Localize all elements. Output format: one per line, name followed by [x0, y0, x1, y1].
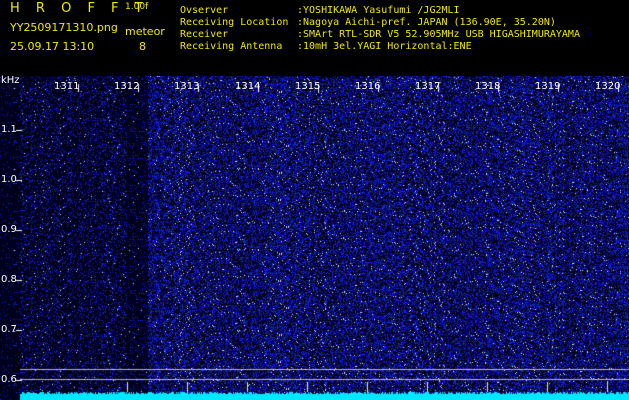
minute-label-1314: 1314: [235, 81, 261, 92]
info-location-key: Receiving Location: [180, 17, 289, 28]
image-filename: YY2509171310.png: [10, 21, 118, 34]
info-receiver-value: :SMArt RTL-SDR V5 52.905MHz USB HIGASHIM…: [297, 29, 580, 40]
minute-label-1311: 1311: [54, 81, 80, 92]
minute-label-1320: 1320: [595, 81, 621, 92]
freq-label-0-6: 0.6: [1, 374, 17, 385]
info-observer-value: :YOSHIKAWA Yasufumi /JG2MLI: [297, 5, 460, 16]
info-location-value: :Nagoya Aichi-pref. JAPAN (136.90E, 35.2…: [297, 17, 556, 28]
info-antenna-key: Receiving Antenna: [180, 41, 283, 52]
app-version: 1.00f: [125, 2, 149, 12]
meteor-label: meteor: [125, 25, 165, 38]
freq-label-0-9: 0.9: [1, 224, 17, 235]
info-antenna-value: :10mH 3el.YAGI Horizontal:ENE: [297, 41, 472, 52]
info-receiver-key: Receiver: [180, 29, 229, 40]
minute-label-1312: 1312: [114, 81, 140, 92]
minute-label-1318: 1318: [475, 81, 501, 92]
freq-label-1-0: 1.0: [1, 174, 17, 185]
minute-label-1313: 1313: [174, 81, 200, 92]
freq-label-1-1: 1.1: [1, 124, 17, 135]
info-observer-key: Ovserver: [180, 5, 229, 16]
capture-datetime: 25.09.17 13:10: [10, 40, 95, 53]
freq-unit-label: kHz: [1, 75, 20, 86]
minute-label-1317: 1317: [415, 81, 441, 92]
minute-label-1316: 1316: [355, 81, 381, 92]
freq-label-0-7: 0.7: [1, 324, 17, 335]
minute-label-1319: 1319: [535, 81, 561, 92]
spectrogram-canvas: [0, 76, 629, 400]
meteor-count: 8: [139, 40, 146, 53]
header-panel: H R O F F T 1.00f YY2509171310.png 25.09…: [0, 0, 629, 76]
minute-label-1315: 1315: [295, 81, 321, 92]
freq-label-0-8: 0.8: [1, 274, 17, 285]
